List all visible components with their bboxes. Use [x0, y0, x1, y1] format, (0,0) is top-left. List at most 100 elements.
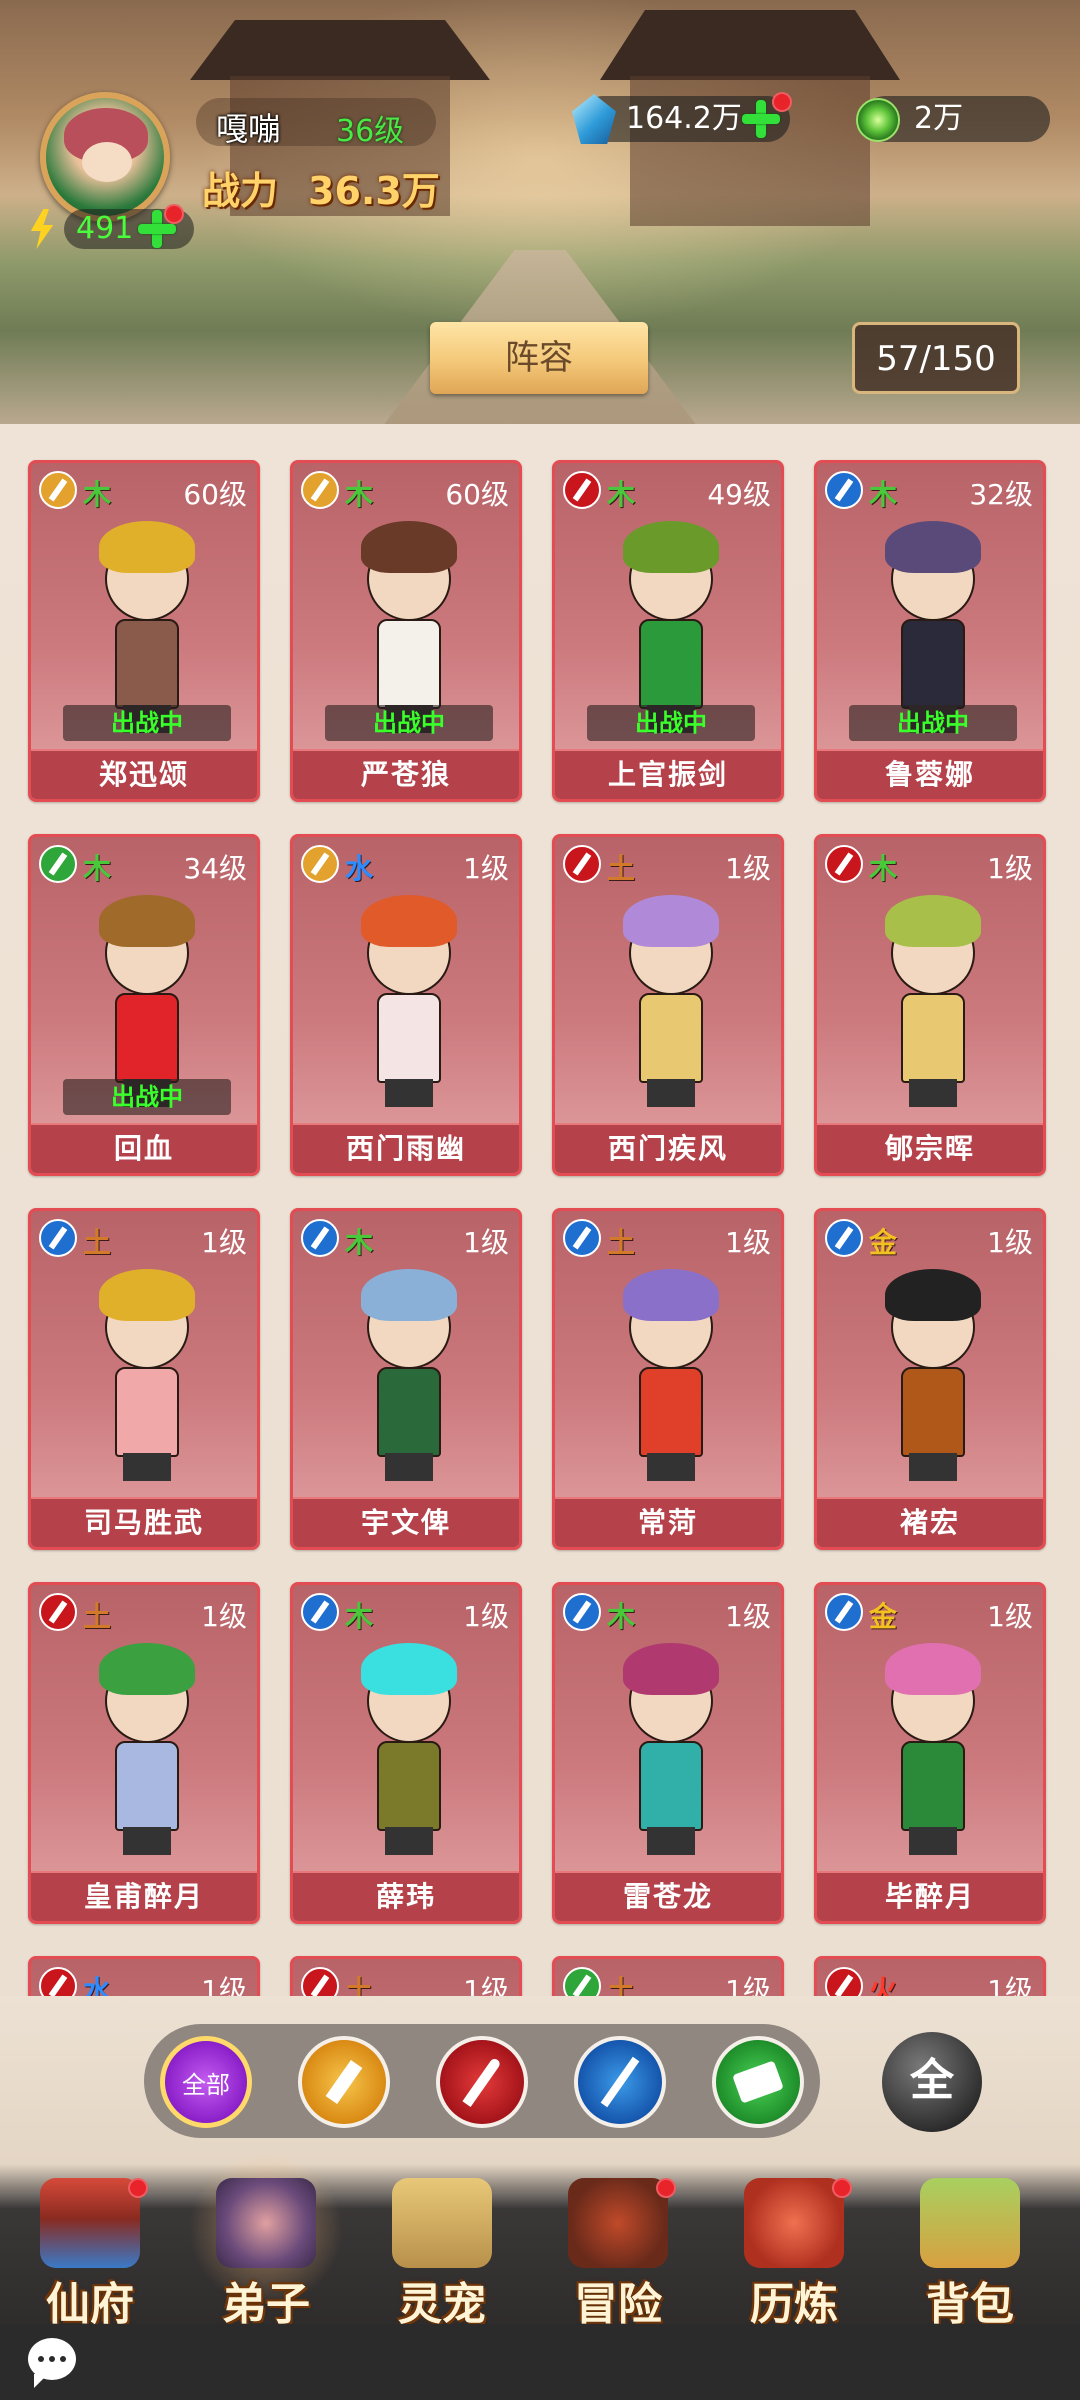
nav-item-3[interactable]: 冒险 [538, 2164, 698, 2330]
nav-art-icon [920, 2178, 1020, 2268]
energy-notification-dot [164, 204, 184, 224]
disciple-level: 1级 [725, 1974, 771, 1996]
element-badge: 木 [83, 478, 112, 511]
nav-item-1[interactable]: 弟子 [186, 2154, 346, 2330]
element-badge: 木 [607, 1600, 636, 1633]
element-badge: 木 [345, 478, 374, 511]
disciple-card[interactable]: 土 1级 皇甫醉月 [28, 1582, 260, 1924]
player-level: 36级 [336, 114, 405, 149]
disciple-card[interactable]: 水 1级 [28, 1956, 260, 1996]
disciple-level: 60级 [183, 478, 247, 511]
element-badge: 木 [345, 1600, 374, 1633]
disciple-card[interactable]: 木 1级 郇宗晖 [814, 834, 1046, 1176]
disciple-level: 1级 [463, 1226, 509, 1259]
disciple-name: 西门雨幽 [293, 1123, 519, 1173]
nav-art-icon [216, 2178, 316, 2268]
nav-label: 历炼 [750, 2279, 838, 2330]
disciple-name: 皇甫醉月 [31, 1871, 257, 1921]
disciple-figure [349, 887, 469, 1111]
fan-icon [563, 1967, 601, 1996]
sword-icon [39, 1593, 77, 1631]
filter-fan-button[interactable] [712, 2036, 804, 2128]
disciple-card[interactable]: 金 1级 褚宏 [814, 1208, 1046, 1550]
disciple-level: 1级 [987, 852, 1033, 885]
disciple-figure [873, 887, 993, 1111]
disciple-level: 1级 [725, 1226, 771, 1259]
disciple-figure [349, 1261, 469, 1485]
element-badge: 金 [869, 1600, 898, 1633]
nav-item-5[interactable]: 背包 [890, 2164, 1050, 2330]
sword-icon [825, 845, 863, 883]
nav-art-icon [744, 2178, 844, 2268]
disciple-name: 郇宗晖 [817, 1123, 1043, 1173]
disciple-level: 1级 [987, 1600, 1033, 1633]
fan-icon [39, 845, 77, 883]
sword-icon [301, 1967, 339, 1996]
nav-item-2[interactable]: 灵宠 [362, 2164, 522, 2330]
disciple-card[interactable]: 水 1级 西门雨幽 [290, 834, 522, 1176]
power-label: 战力 [202, 169, 279, 213]
player-avatar[interactable] [40, 92, 170, 222]
filter-staff-button[interactable] [574, 2036, 666, 2128]
temple-roof-right [600, 10, 900, 80]
nav-label: 冒险 [574, 2279, 662, 2330]
disciple-card[interactable]: 木 32级 出战中 鲁蓉娜 [814, 460, 1046, 802]
filter-sword-button[interactable] [436, 2036, 528, 2128]
disciple-name: 褚宏 [817, 1497, 1043, 1547]
staff-icon [825, 471, 863, 509]
disciple-card[interactable]: 木 60级 出战中 郑迅颂 [28, 460, 260, 802]
disciple-level: 1级 [463, 1600, 509, 1633]
staff-icon [563, 1593, 601, 1631]
element-badge: 土 [83, 1226, 112, 1259]
nav-label: 灵宠 [398, 2279, 486, 2330]
disciple-level: 34级 [183, 852, 247, 885]
staff-icon [301, 1593, 339, 1631]
element-badge: 木 [345, 1226, 374, 1259]
disciple-card[interactable]: 土 1级 西门疾风 [552, 834, 784, 1176]
axe-icon [39, 471, 77, 509]
disciple-level: 1级 [987, 1974, 1033, 1996]
disciple-card[interactable]: 木 60级 出战中 严苍狼 [290, 460, 522, 802]
disciple-card[interactable]: 木 1级 宇文俾 [290, 1208, 522, 1550]
nav-label: 弟子 [222, 2279, 310, 2330]
disciple-card[interactable]: 金 1级 毕醉月 [814, 1582, 1046, 1924]
disciple-name: 郑迅颂 [31, 749, 257, 799]
disciple-card[interactable]: 土 1级 [290, 1956, 522, 1996]
disciple-card[interactable]: 木 1级 雷苍龙 [552, 1582, 784, 1924]
filter-all-label: 全部 [182, 2070, 230, 2099]
disciple-name: 回血 [31, 1123, 257, 1173]
nav-label: 仙府 [46, 2279, 134, 2330]
chat-bubble-icon[interactable] [28, 2338, 76, 2380]
temple-roof-left [190, 20, 490, 80]
disciple-card[interactable]: 木 1级 薛玮 [290, 1582, 522, 1924]
element-filter-button[interactable]: 全 [882, 2032, 982, 2132]
header-scene: 491 嘎嘣 36级 战力 36.3万 164.2万 2万 阵容 57/150 [0, 0, 1080, 424]
gem-value: 164.2万 [626, 101, 742, 136]
element-badge: 土 [83, 1600, 112, 1633]
nav-item-0[interactable]: 仙府 [10, 2164, 170, 2330]
filter-all-button[interactable]: 全部 [160, 2036, 252, 2128]
disciple-card[interactable]: 土 1级 [552, 1956, 784, 1996]
lineup-button[interactable]: 阵容 [430, 322, 648, 394]
disciple-card[interactable]: 木 49级 出战中 上官振剑 [552, 460, 784, 802]
disciple-figure [873, 1635, 993, 1859]
filter-axe-button[interactable] [298, 2036, 390, 2128]
disciple-card[interactable]: 木 34级 出战中 回血 [28, 834, 260, 1176]
nav-art-icon [568, 2178, 668, 2268]
disciple-card[interactable]: 土 1级 司马胜武 [28, 1208, 260, 1550]
lightning-icon [30, 209, 54, 249]
deployed-badge: 出战中 [325, 705, 493, 741]
sword-icon [462, 2055, 502, 2109]
nav-art-icon [40, 2178, 140, 2268]
staff-icon [39, 1219, 77, 1257]
disciple-name: 西门疾风 [555, 1123, 781, 1173]
disciple-name: 雷苍龙 [555, 1871, 781, 1921]
sword-icon [825, 1967, 863, 1996]
disciple-card[interactable]: 火 1级 [814, 1956, 1046, 1996]
jade-value: 2万 [914, 101, 964, 136]
staff-icon [600, 2054, 640, 2110]
disciple-figure [87, 1635, 207, 1859]
nav-item-4[interactable]: 历炼 [714, 2164, 874, 2330]
disciple-card[interactable]: 土 1级 常菏 [552, 1208, 784, 1550]
disciple-level: 1级 [201, 1974, 247, 1996]
